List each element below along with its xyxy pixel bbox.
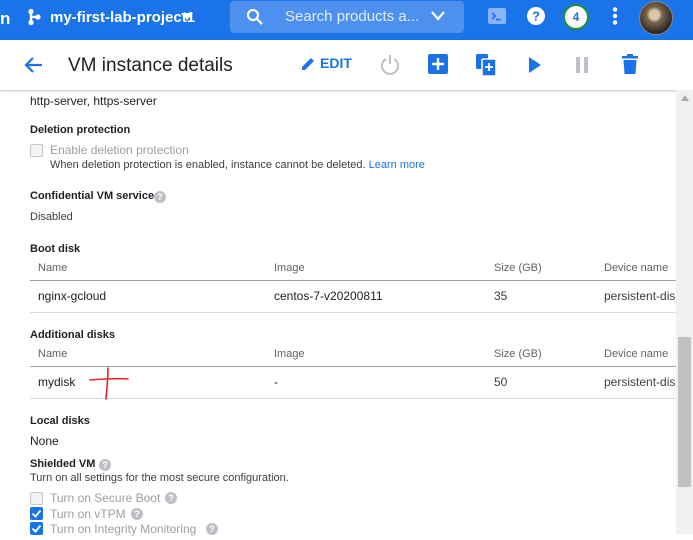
boot-disk-name: nginx-gcloud: [38, 289, 107, 303]
vtpm-help-icon[interactable]: ?: [131, 508, 143, 520]
project-selector[interactable]: my-first-lab-project1: [50, 9, 195, 26]
additional-disk-size: 50: [494, 375, 508, 389]
network-tags: http-server, https-server: [30, 94, 157, 108]
boot-disk-device: persistent-dis: [604, 289, 676, 303]
additional-disk-name: mydisk: [38, 375, 76, 389]
confidential-vm-value: Disabled: [30, 211, 73, 223]
project-hierarchy-icon[interactable]: [26, 8, 44, 26]
column-header: Name: [38, 262, 68, 274]
column-header: Name: [38, 348, 68, 360]
reset-icon[interactable]: [380, 54, 400, 76]
page-header: VM instance details EDIT: [0, 40, 693, 90]
boot-disk-size: 35: [494, 289, 508, 303]
edit-button[interactable]: EDIT: [301, 55, 352, 71]
nav-fragment[interactable]: n: [0, 9, 10, 29]
additional-disk-image: -: [274, 375, 278, 389]
shielded-vm-label: Shielded VM: [30, 458, 96, 470]
column-header: Device name: [604, 262, 669, 274]
column-header: Image: [274, 262, 305, 274]
boot-disk-image: centos-7-v20200811: [274, 289, 383, 303]
boot-disk-label: Boot disk: [30, 243, 81, 255]
secure-boot-help-icon[interactable]: ?: [165, 492, 177, 504]
integrity-monitoring-checkbox: [30, 522, 43, 535]
table-header-divider: [30, 280, 676, 281]
search-bar[interactable]: Search products a...: [230, 1, 464, 33]
column-header: Size (GB): [494, 262, 542, 274]
secure-boot-checkbox: [30, 492, 43, 505]
table-row-divider: [30, 312, 676, 313]
check-icon: [31, 524, 42, 533]
notification-badge[interactable]: 4: [563, 4, 589, 30]
confidential-vm-label: Confidential VM service: [30, 190, 155, 202]
help-icon[interactable]: ?: [527, 7, 545, 25]
chevron-down-icon[interactable]: [180, 12, 194, 22]
vtpm-label: Turn on vTPM: [50, 507, 126, 521]
confidential-help-icon[interactable]: ?: [154, 191, 166, 203]
scrollbar-thumb[interactable]: [678, 337, 691, 487]
column-header: Image: [274, 348, 305, 360]
local-disks-label: Local disks: [30, 415, 90, 427]
deletion-protection-label: Deletion protection: [30, 124, 131, 136]
top-bar: n my-first-lab-project1 Search products …: [0, 0, 693, 40]
shielded-vm-help-icon[interactable]: ?: [99, 459, 111, 471]
delete-icon[interactable]: [622, 54, 638, 74]
learn-more-link[interactable]: Learn more: [369, 159, 425, 171]
stop-icon[interactable]: [575, 57, 589, 73]
search-expand-icon[interactable]: [430, 10, 446, 22]
red-annotation-mark: [89, 367, 129, 400]
edit-label: EDIT: [320, 55, 352, 71]
deletion-protection-help-text: When deletion protection is enabled, ins…: [50, 159, 366, 171]
integrity-monitoring-help-icon[interactable]: ?: [206, 523, 218, 535]
cloud-shell-icon[interactable]: [488, 8, 506, 24]
secure-boot-label: Turn on Secure Boot: [50, 491, 161, 505]
page-title: VM instance details: [68, 55, 233, 76]
back-arrow-icon[interactable]: [24, 55, 44, 75]
check-icon: [31, 509, 42, 518]
shielded-vm-description: Turn on all settings for the most secure…: [30, 472, 289, 484]
scroll-up-arrow-icon[interactable]: [681, 95, 689, 101]
more-vert-icon[interactable]: [612, 7, 618, 25]
column-header: Size (GB): [494, 348, 542, 360]
avatar[interactable]: [639, 1, 673, 35]
pencil-icon: [302, 58, 314, 70]
additional-disks-label: Additional disks: [30, 329, 115, 341]
search-icon: [246, 8, 263, 25]
deletion-protection-checkbox: [30, 144, 43, 157]
search-input[interactable]: Search products a...: [285, 8, 419, 25]
deletion-protection-option: Enable deletion protection: [50, 143, 189, 157]
create-icon[interactable]: [428, 54, 448, 74]
column-header: Device name: [604, 348, 669, 360]
additional-disk-device: persistent-dis: [604, 375, 676, 389]
deletion-protection-description: When deletion protection is enabled, ins…: [50, 159, 425, 171]
start-icon[interactable]: [528, 57, 542, 73]
vtpm-checkbox: [30, 507, 43, 520]
clone-icon[interactable]: [476, 54, 496, 76]
svg-text:?: ?: [532, 9, 540, 24]
local-disks-value: None: [30, 434, 59, 448]
